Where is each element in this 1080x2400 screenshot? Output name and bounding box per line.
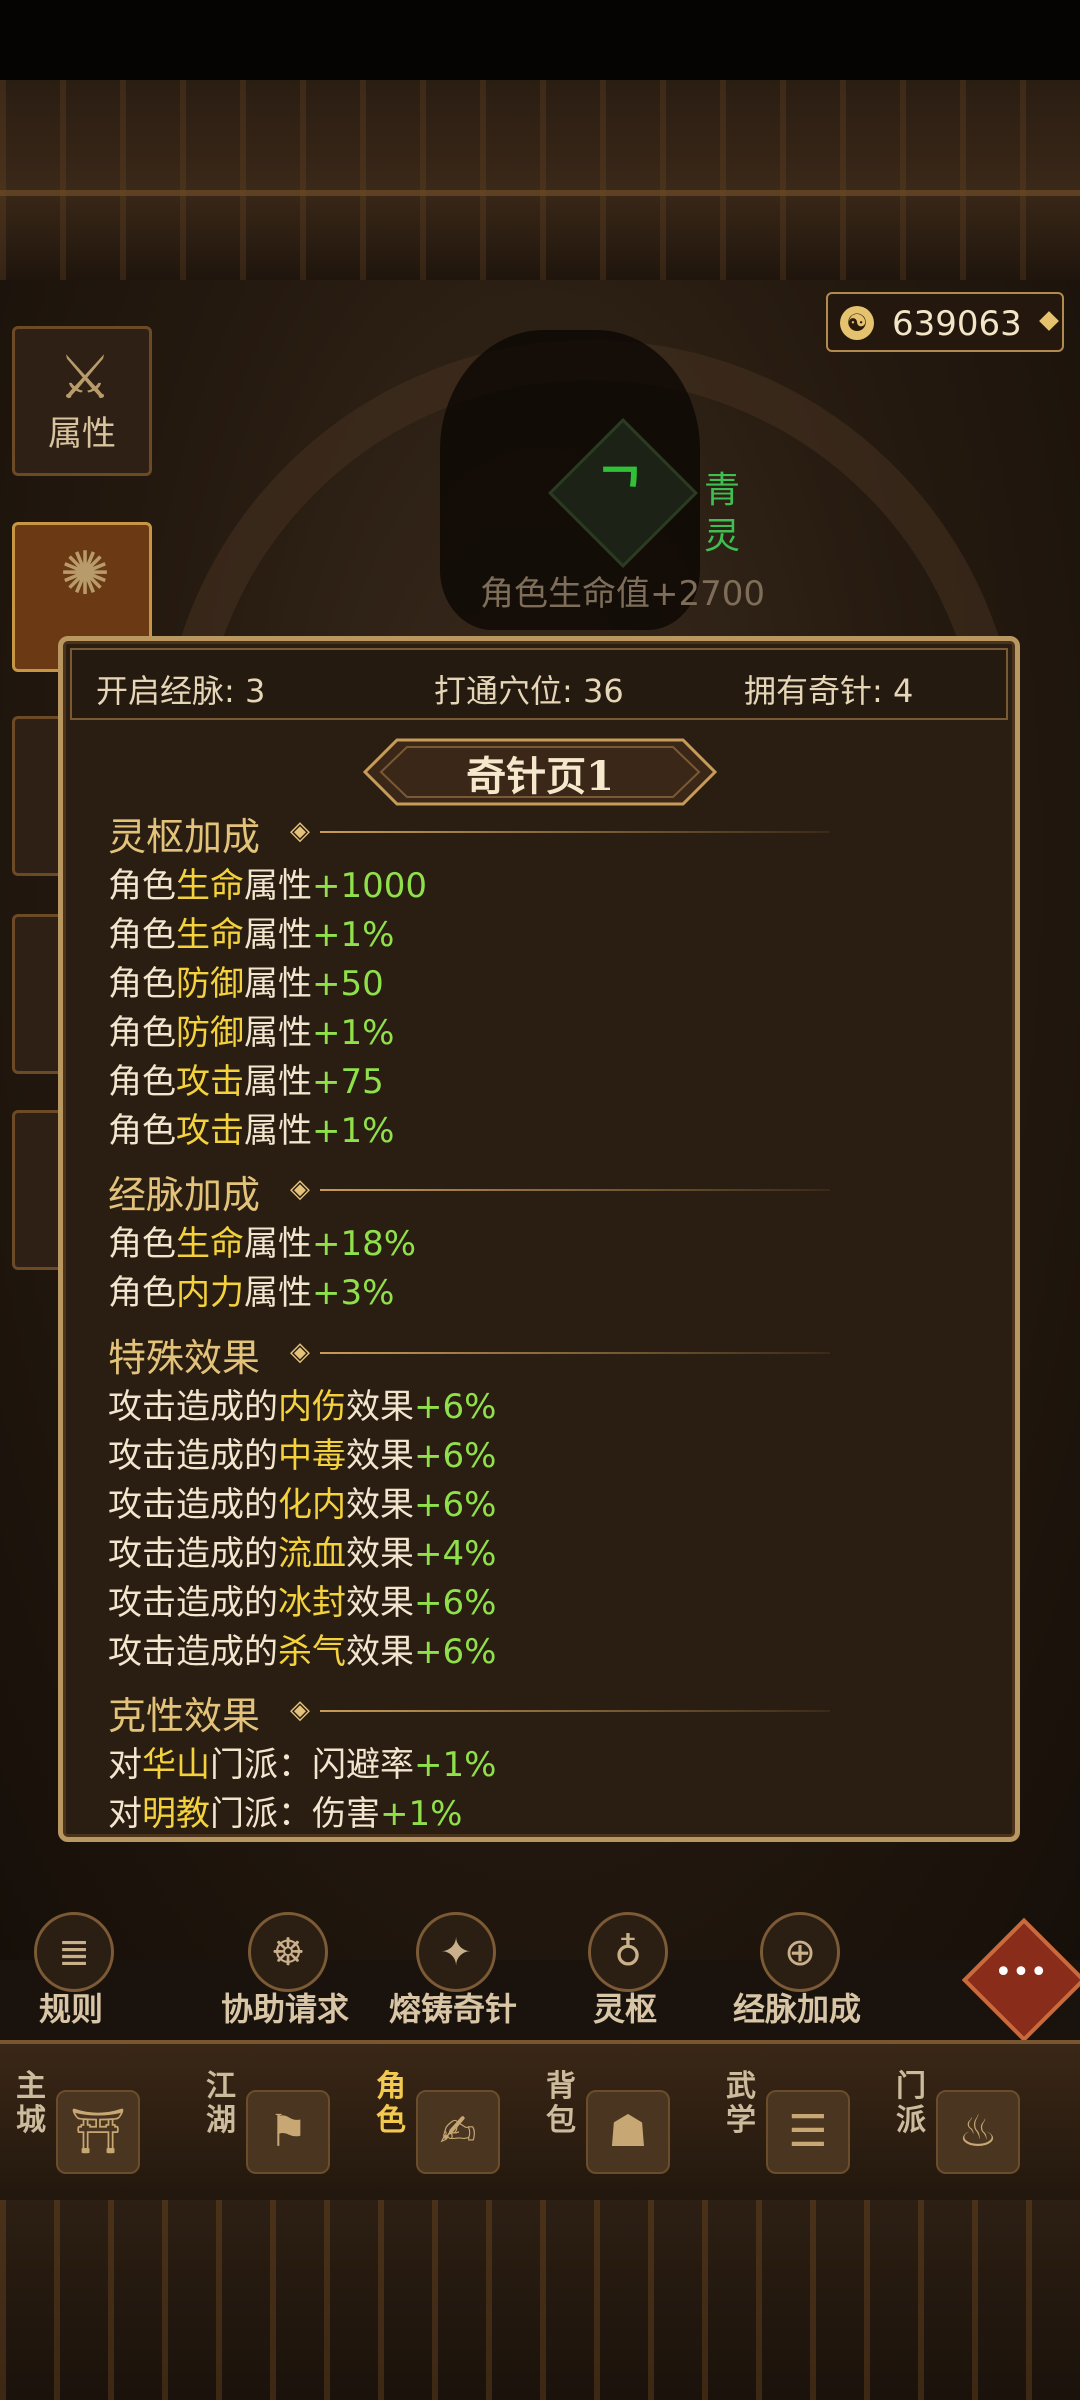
- forge-needle-label: 熔铸奇针: [388, 1990, 517, 2028]
- list-item: 攻击造成的流血效果+4%: [108, 1534, 497, 1574]
- section-divider: [320, 831, 830, 833]
- section-jingmai-title: 经脉加成 ◈: [108, 1164, 310, 1217]
- meridian-bonus-label: 经脉加成: [732, 1990, 861, 2028]
- section-divider: [320, 1189, 830, 1191]
- top-frieze-decoration: [0, 80, 1080, 284]
- currency-display[interactable]: ☯ 639063: [826, 292, 1064, 352]
- double-diamond-icon: ◈: [290, 816, 310, 846]
- needle-name: 青灵: [703, 470, 740, 557]
- forge-icon: ✦: [416, 1912, 496, 1992]
- status-bar: [0, 0, 1080, 80]
- bottom-frieze-decoration: [0, 2200, 1080, 2400]
- rules-button-label: 规则: [38, 1990, 103, 2028]
- jianghu-icon: ⚑: [246, 2090, 330, 2174]
- nav-jianghu[interactable]: 江湖 ⚑: [190, 2070, 340, 2180]
- list-item: 攻击造成的中毒效果+6%: [108, 1436, 497, 1476]
- martial-arts-icon: ☰: [766, 2090, 850, 2174]
- lingshu-label: 灵枢: [592, 1990, 657, 2028]
- double-diamond-icon: ◈: [290, 1695, 310, 1725]
- section-special-title: 特殊效果 ◈: [108, 1327, 310, 1380]
- double-diamond-icon: ◈: [290, 1337, 310, 1367]
- list-item: 对华山门派：闪避率+1%: [108, 1745, 497, 1785]
- section-title-text: 特殊效果: [108, 1336, 261, 1380]
- side-tab-attributes[interactable]: ⚔ 属性: [12, 326, 152, 476]
- nav-sect[interactable]: 门派 ♨: [880, 2070, 1030, 2180]
- list-item: 攻击造成的杀气效果+6%: [108, 1632, 497, 1672]
- meridian-figure-icon: ✺: [59, 539, 111, 609]
- meridian-bonus-button[interactable]: ⊕ 经脉加成: [732, 1912, 862, 2028]
- list-item: 攻击造成的冰封效果+6%: [108, 1583, 497, 1623]
- page-title: 奇针页1: [466, 753, 614, 800]
- forge-needle-button[interactable]: ✦ 熔铸奇针: [388, 1912, 518, 2028]
- stat-acupoints: 打通穴位: 36: [434, 672, 624, 710]
- double-diamond-icon: ◈: [290, 1174, 310, 1204]
- bag-icon: ☗: [586, 2090, 670, 2174]
- assist-request-label: 协助请求: [220, 1990, 349, 2028]
- list-item: 角色攻击属性+1%: [108, 1111, 395, 1151]
- help-figure-icon: ☸: [248, 1912, 328, 1992]
- section-lingshu-title: 灵枢加成 ◈: [108, 806, 310, 859]
- side-tab-label: 属性: [48, 414, 116, 454]
- meridian-bonus-icon: ⊕: [760, 1912, 840, 1992]
- list-item: 角色防御属性+1%: [108, 1013, 395, 1053]
- character-scroll-icon: ✍: [416, 2090, 500, 2174]
- section-title-text: 克性效果: [108, 1694, 261, 1738]
- sect-cauldron-icon: ♨: [936, 2090, 1020, 2174]
- scroll-icon: ≣: [34, 1912, 114, 1992]
- section-divider: [320, 1710, 830, 1712]
- page-title-banner: 奇针页1: [363, 738, 717, 806]
- stats-bar: 开启经脉: 3 打通穴位: 36 拥有奇针: 4: [70, 648, 1008, 720]
- list-item: 角色内力属性+3%: [108, 1273, 395, 1313]
- list-item: 攻击造成的化内效果+6%: [108, 1485, 497, 1525]
- palace-icon: ⛩: [56, 2090, 140, 2174]
- section-divider: [320, 1352, 830, 1354]
- lingshu-button[interactable]: ♁ 灵枢: [560, 1912, 690, 2028]
- needle-emblem-glyph: ᄀ: [596, 460, 644, 520]
- list-item: 角色生命属性+1%: [108, 915, 395, 955]
- nav-label: 武学: [726, 2069, 756, 2138]
- currency-amount: 639063: [892, 304, 1022, 344]
- list-item: 对明教门派：伤害+1%: [108, 1794, 463, 1834]
- assist-request-button[interactable]: ☸ 协助请求: [220, 1912, 350, 2028]
- nav-label: 背包: [546, 2069, 576, 2138]
- list-item: 攻击造成的内伤效果+6%: [108, 1387, 497, 1427]
- frieze-line: [0, 190, 1080, 196]
- list-item: 角色攻击属性+75: [108, 1062, 384, 1102]
- section-title-text: 经脉加成: [108, 1173, 261, 1217]
- stat-meridians: 开启经脉: 3: [96, 672, 266, 710]
- section-title-text: 灵枢加成: [108, 815, 261, 859]
- nav-label: 主城: [16, 2069, 46, 2138]
- chat-bubble-icon: •••: [994, 1955, 1048, 1990]
- nav-label: 角色: [376, 2069, 406, 2138]
- nav-character[interactable]: 角色 ✍: [360, 2070, 510, 2180]
- section-counter-title: 克性效果 ◈: [108, 1685, 310, 1738]
- list-item: 角色防御属性+50: [108, 964, 384, 1004]
- nav-bag[interactable]: 背包 ☗: [530, 2070, 680, 2180]
- nav-main-city[interactable]: 主城 ⛩: [0, 2070, 150, 2180]
- nav-label: 门派: [896, 2069, 926, 2138]
- list-item: 角色生命属性+18%: [108, 1224, 417, 1264]
- list-item: 角色生命属性+1000: [108, 866, 428, 906]
- attribute-sword-icon: ⚔: [58, 343, 112, 413]
- nav-martial-arts[interactable]: 武学 ☰: [710, 2070, 860, 2180]
- rules-button[interactable]: ≣ 规则: [6, 1912, 136, 2028]
- lingshu-icon: ♁: [588, 1912, 668, 1992]
- needle-bonus-text: 角色生命值+2700: [480, 574, 766, 614]
- currency-arrow-icon: [1039, 311, 1059, 331]
- yin-yang-coin-icon: ☯: [840, 306, 874, 340]
- stat-needles: 拥有奇针: 4: [744, 672, 914, 710]
- nav-label: 江湖: [206, 2069, 236, 2138]
